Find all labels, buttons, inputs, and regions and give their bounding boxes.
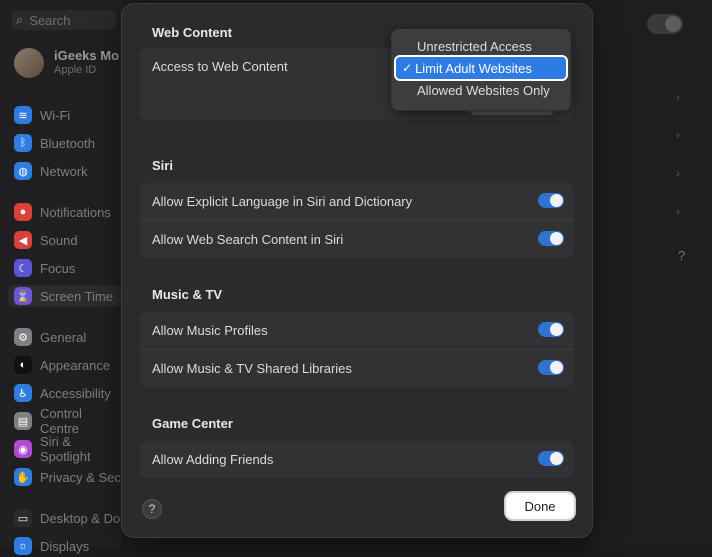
sidebar: ⌕ Search iGeeks Mo Apple ID ≋ Wi-Fi ᛒ Bl… <box>0 0 124 555</box>
siri-web-search-row: Allow Web Search Content in Siri <box>140 220 574 258</box>
wifi-icon: ≋ <box>14 106 32 124</box>
profile-subtitle: Apple ID <box>54 64 97 76</box>
web-content-label: Access to Web Content <box>152 59 288 74</box>
music-profiles-toggle[interactable] <box>538 322 564 337</box>
sidebar-item-screen-time[interactable]: ⌛ Screen Time <box>8 285 122 307</box>
focus-icon: ☾ <box>14 259 32 277</box>
sidebar-item-appearance[interactable]: ◐ Appearance <box>14 354 124 376</box>
section-title-web-content: Web Content <box>152 25 232 40</box>
sidebar-item-notifications[interactable]: ● Notifications <box>14 201 124 223</box>
background-content <box>592 0 712 547</box>
web-search-toggle[interactable] <box>538 231 564 246</box>
chevron-right-icon: › <box>676 166 680 180</box>
shared-libraries-toggle[interactable] <box>538 360 564 375</box>
adding-friends-toggle[interactable] <box>538 451 564 466</box>
sidebar-item-accessibility[interactable]: ♿ Accessibility <box>14 382 124 404</box>
search-field[interactable]: ⌕ Search <box>12 10 116 30</box>
search-icon: ⌕ <box>16 12 24 27</box>
profile-name: iGeeks Mo <box>54 48 120 63</box>
explicit-language-toggle[interactable] <box>538 193 564 208</box>
adding-friends-row: Allow Adding Friends <box>140 441 574 478</box>
section-title-game-center: Game Center <box>152 416 233 431</box>
menu-item-unrestricted-access[interactable]: Unrestricted Access <box>396 35 566 57</box>
privacy-icon: ✋ <box>14 468 32 486</box>
sidebar-item-bluetooth[interactable]: ᛒ Bluetooth <box>14 132 124 154</box>
menu-item-limit-adult-websites[interactable]: ✓ Limit Adult Websites <box>396 57 566 79</box>
content-restrictions-sheet: Web Content Access to Web Content Custom… <box>122 4 592 537</box>
siri-card: Allow Explicit Language in Siri and Dict… <box>140 183 574 258</box>
background-toggle[interactable] <box>647 14 683 34</box>
sound-icon: ◀ <box>14 231 32 249</box>
displays-icon: ☼ <box>14 537 32 555</box>
desktop-icon: ▭ <box>14 509 32 527</box>
general-icon: ⚙ <box>14 328 32 346</box>
chevron-right-icon: › <box>676 128 680 142</box>
sidebar-item-siri-spotlight[interactable]: ◉ Siri & Spotlight <box>14 434 124 464</box>
network-icon: ◍ <box>14 162 32 180</box>
control-centre-icon: ▤ <box>14 412 32 430</box>
notifications-icon: ● <box>14 203 32 221</box>
music-profiles-row: Allow Music Profiles <box>140 312 574 349</box>
menu-item-allowed-websites-only[interactable]: Allowed Websites Only <box>396 79 566 101</box>
sidebar-item-sound[interactable]: ◀ Sound <box>14 229 124 251</box>
sidebar-item-general[interactable]: ⚙ General <box>14 326 124 348</box>
siri-icon: ◉ <box>14 440 32 458</box>
siri-explicit-language-row: Allow Explicit Language in Siri and Dict… <box>140 183 574 220</box>
done-button[interactable]: Done <box>506 493 574 519</box>
music-tv-card: Allow Music Profiles Allow Music & TV Sh… <box>140 312 574 387</box>
sidebar-item-control-centre[interactable]: ▤ Control Centre <box>14 406 124 436</box>
search-placeholder: Search <box>29 12 71 28</box>
web-content-popup-menu: Unrestricted Access ✓ Limit Adult Websit… <box>392 30 570 110</box>
profile-row[interactable]: iGeeks Mo Apple ID <box>14 48 119 78</box>
appearance-icon: ◐ <box>14 356 32 374</box>
background-help-icon[interactable]: ? <box>678 248 685 263</box>
sidebar-item-wifi[interactable]: ≋ Wi-Fi <box>14 104 124 126</box>
sidebar-item-desktop-dock[interactable]: ▭ Desktop & Do <box>14 507 124 529</box>
bluetooth-icon: ᛒ <box>14 134 32 152</box>
avatar <box>14 48 44 78</box>
sidebar-item-network[interactable]: ◍ Network <box>14 160 124 182</box>
sidebar-item-privacy-security[interactable]: ✋ Privacy & Sec <box>14 466 124 488</box>
sidebar-item-displays[interactable]: ☼ Displays <box>14 535 124 557</box>
sidebar-item-focus[interactable]: ☾ Focus <box>14 257 124 279</box>
chevron-right-icon: › <box>676 204 680 218</box>
chevron-right-icon: › <box>676 90 680 104</box>
game-center-card: Allow Adding Friends <box>140 441 574 478</box>
screen-time-icon: ⌛ <box>14 287 32 305</box>
checkmark-icon: ✓ <box>402 61 413 75</box>
shared-libraries-row: Allow Music & TV Shared Libraries <box>140 349 574 387</box>
accessibility-icon: ♿ <box>14 384 32 402</box>
section-title-siri: Siri <box>152 158 173 173</box>
help-button[interactable]: ? <box>142 499 162 519</box>
section-title-music-tv: Music & TV <box>152 287 223 302</box>
